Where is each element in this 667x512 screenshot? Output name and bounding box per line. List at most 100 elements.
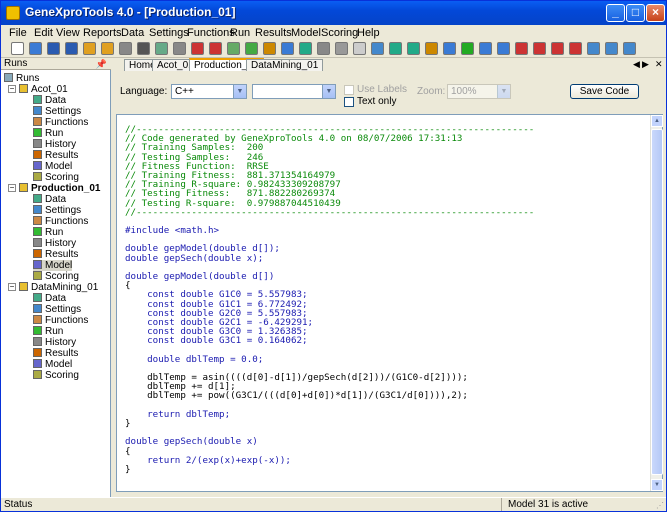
history-icon[interactable] bbox=[227, 42, 240, 55]
tab-close-icon[interactable]: ✕ bbox=[655, 59, 663, 70]
tree-item-functions[interactable]: Functions bbox=[33, 117, 88, 128]
collapse-icon[interactable]: − bbox=[8, 85, 16, 93]
grid2-icon[interactable] bbox=[497, 42, 510, 55]
text-only-checkbox[interactable] bbox=[344, 97, 354, 107]
tree-item-history[interactable]: History bbox=[33, 238, 76, 249]
list2-icon[interactable] bbox=[605, 42, 618, 55]
tree-item-results[interactable]: Results bbox=[33, 249, 78, 260]
tree-item-model[interactable]: Model bbox=[33, 359, 72, 370]
menu-data[interactable]: Data bbox=[121, 26, 144, 40]
scroll-up-icon[interactable]: ▲ bbox=[651, 115, 663, 127]
close-button[interactable]: × bbox=[646, 4, 665, 22]
tree-item-scoring[interactable]: Scoring bbox=[33, 172, 79, 183]
code-editor[interactable]: //--------------------------------------… bbox=[116, 114, 663, 492]
tree-item-run[interactable]: Run bbox=[33, 227, 63, 238]
tree-item-history[interactable]: History bbox=[33, 337, 76, 348]
data-icon[interactable] bbox=[155, 42, 168, 55]
zoom-select[interactable]: 100% ▼ bbox=[447, 84, 511, 99]
scoring-icon[interactable] bbox=[281, 42, 294, 55]
menu-run[interactable]: Run bbox=[230, 26, 250, 40]
bar2-icon[interactable] bbox=[533, 42, 546, 55]
minimize-button[interactable]: _ bbox=[606, 4, 625, 22]
functions-icon[interactable] bbox=[191, 42, 204, 55]
tree-item-data[interactable]: Data bbox=[33, 194, 66, 205]
tree-item-model[interactable]: Model bbox=[33, 161, 72, 172]
menu-file[interactable]: File bbox=[9, 26, 27, 40]
tree-item-data[interactable]: Data bbox=[33, 293, 66, 304]
save-all-icon[interactable] bbox=[65, 42, 78, 55]
settings-icon[interactable] bbox=[173, 42, 186, 55]
tree-icon[interactable] bbox=[389, 42, 402, 55]
tree-item-model[interactable]: Model bbox=[33, 260, 73, 271]
model-icon[interactable] bbox=[263, 42, 276, 55]
gear-icon[interactable] bbox=[425, 42, 438, 55]
bar4-icon[interactable] bbox=[569, 42, 582, 55]
tree-item-history[interactable]: History bbox=[33, 139, 76, 150]
tree-item-functions[interactable]: Functions bbox=[33, 216, 88, 227]
list3-icon[interactable] bbox=[623, 42, 636, 55]
menu-scoring[interactable]: Scoring bbox=[321, 26, 358, 40]
tree-project-acot_01[interactable]: Acot_01 bbox=[19, 84, 68, 95]
tree-item-results[interactable]: Results bbox=[33, 348, 78, 359]
menu-settings[interactable]: Settings bbox=[149, 26, 189, 40]
save-icon[interactable] bbox=[47, 42, 60, 55]
tree-item-data[interactable]: Data bbox=[33, 95, 66, 106]
report-icon[interactable] bbox=[299, 42, 312, 55]
menu-view[interactable]: View bbox=[56, 26, 80, 40]
tree-project-datamining_01[interactable]: DataMining_01 bbox=[19, 282, 98, 293]
menu-edit[interactable]: Edit bbox=[34, 26, 53, 40]
title-bar[interactable]: GeneXproTools 4.0 - [Production_01] _ □ … bbox=[1, 1, 666, 25]
tree-item-run[interactable]: Run bbox=[33, 326, 63, 337]
tree-project-production_01[interactable]: Production_01 bbox=[19, 183, 100, 194]
new-icon[interactable] bbox=[11, 42, 24, 55]
info-icon[interactable] bbox=[443, 42, 456, 55]
language-select[interactable]: C++ ▼ bbox=[171, 84, 247, 99]
chart-icon[interactable] bbox=[371, 42, 384, 55]
results-icon[interactable] bbox=[245, 42, 258, 55]
print-preview-icon[interactable] bbox=[137, 42, 150, 55]
menu-functions[interactable]: Functions bbox=[187, 26, 235, 40]
menu-results[interactable]: Results bbox=[255, 26, 292, 40]
tree-item-scoring[interactable]: Scoring bbox=[33, 271, 79, 282]
tree-item-settings[interactable]: Settings bbox=[33, 304, 81, 315]
tree-item-results[interactable]: Results bbox=[33, 150, 78, 161]
menu-reports[interactable]: Reports bbox=[83, 26, 122, 40]
run-icon[interactable] bbox=[209, 42, 222, 55]
bar-icon[interactable] bbox=[515, 42, 528, 55]
list-icon[interactable] bbox=[587, 42, 600, 55]
paste-icon[interactable] bbox=[353, 42, 366, 55]
secondary-select[interactable]: ▼ bbox=[252, 84, 336, 99]
use-labels-checkbox[interactable] bbox=[344, 85, 354, 95]
collapse-icon[interactable]: − bbox=[8, 283, 16, 291]
tree-item-settings[interactable]: Settings bbox=[33, 106, 81, 117]
tab-datamining_01[interactable]: DataMining_01 bbox=[246, 59, 324, 71]
menu-model[interactable]: Model bbox=[291, 26, 321, 40]
bar3-icon[interactable] bbox=[551, 42, 564, 55]
code-text[interactable]: //--------------------------------------… bbox=[125, 125, 645, 474]
copy-icon[interactable] bbox=[317, 42, 330, 55]
tree-item-run[interactable]: Run bbox=[33, 128, 63, 139]
tab-scroll-right-icon[interactable]: ▶ bbox=[642, 59, 649, 70]
maximize-button[interactable]: □ bbox=[626, 4, 645, 22]
tree-item-functions[interactable]: Functions bbox=[33, 315, 88, 326]
menu-help[interactable]: Help bbox=[357, 26, 380, 40]
cut-icon[interactable] bbox=[335, 42, 348, 55]
tree-item-scoring[interactable]: Scoring bbox=[33, 370, 79, 381]
scroll-down-icon[interactable]: ▼ bbox=[651, 479, 663, 491]
tree-item-settings[interactable]: Settings bbox=[33, 205, 81, 216]
folder-icon[interactable] bbox=[83, 42, 96, 55]
pin-icon[interactable]: 📌 bbox=[96, 58, 107, 70]
scrollbar-thumb[interactable] bbox=[651, 129, 663, 475]
tab-scroll-left-icon[interactable]: ◀ bbox=[633, 59, 640, 70]
table-icon[interactable] bbox=[407, 42, 420, 55]
tree-root-runs[interactable]: Runs bbox=[4, 73, 39, 84]
go-icon[interactable] bbox=[461, 42, 474, 55]
print-icon[interactable] bbox=[119, 42, 132, 55]
open-icon[interactable] bbox=[29, 42, 42, 55]
vertical-scrollbar[interactable]: ▲ ▼ bbox=[650, 115, 663, 491]
save-code-button[interactable]: Save Code bbox=[570, 84, 639, 99]
collapse-icon[interactable]: − bbox=[8, 184, 16, 192]
resize-grip-icon[interactable]: ⋰ bbox=[656, 499, 664, 512]
export-icon[interactable] bbox=[101, 42, 114, 55]
grid-icon[interactable] bbox=[479, 42, 492, 55]
